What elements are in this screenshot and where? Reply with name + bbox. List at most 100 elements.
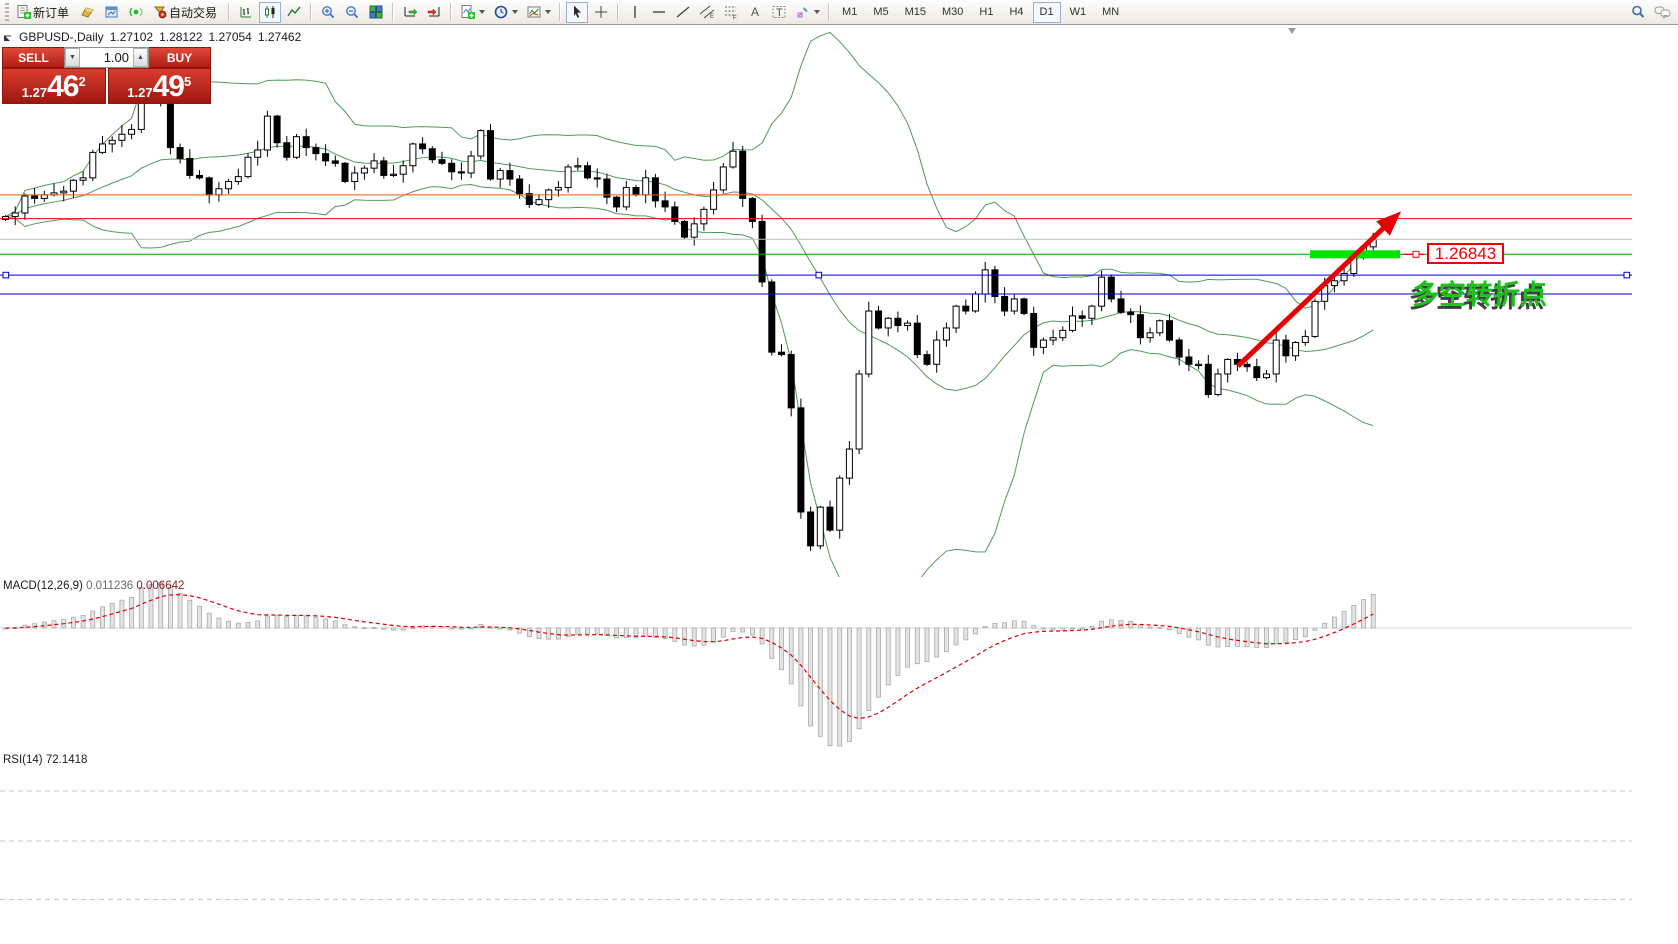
auto-trading-button[interactable]: 自动交易 — [149, 2, 223, 23]
buy-button[interactable]: BUY — [149, 47, 211, 68]
sell-price-pip: 2 — [78, 74, 86, 89]
chevron-down-icon — [479, 10, 486, 14]
text-label-icon: T — [771, 4, 787, 20]
vertical-line-icon — [627, 4, 643, 20]
svg-text:A: A — [751, 5, 759, 19]
shift-chart-button[interactable] — [423, 2, 445, 23]
svg-text:T: T — [776, 7, 783, 19]
shift-chart-icon — [426, 4, 442, 20]
svg-text:F: F — [733, 16, 737, 21]
new-order-button[interactable]: 新订单 — [13, 2, 75, 23]
candlestick-icon — [262, 4, 278, 20]
chevron-down-icon — [814, 10, 821, 14]
zoom-in-button[interactable] — [317, 2, 339, 23]
chart-window[interactable]: GBPUSD-,Daily 1.27102 1.28122 1.27054 1.… — [0, 25, 1678, 944]
tile-windows-button[interactable] — [365, 2, 387, 23]
symbol-header: GBPUSD-,Daily 1.27102 1.28122 1.27054 1.… — [4, 30, 301, 44]
toolbar-separator — [559, 3, 562, 21]
horizontal-line-button[interactable] — [648, 2, 670, 23]
trendline-button[interactable] — [672, 2, 694, 23]
chat-bubbles-icon — [1654, 4, 1672, 20]
zoom-out-icon — [344, 4, 360, 20]
zoom-in-icon — [320, 4, 336, 20]
candlestick-chart-button[interactable] — [259, 1, 282, 23]
clock-icon — [493, 4, 509, 20]
buy-price-prefix: 1.27 — [127, 85, 153, 100]
line-chart-button[interactable] — [283, 2, 305, 23]
new-order-icon — [16, 4, 32, 20]
ohlc-low: 1.27054 — [208, 30, 252, 44]
cursor-icon — [569, 4, 585, 20]
vertical-line-button[interactable] — [624, 2, 646, 23]
timeframe-w1-button[interactable]: W1 — [1063, 2, 1094, 23]
market-button[interactable] — [77, 2, 99, 23]
new-chart-button[interactable] — [101, 2, 123, 23]
label-button[interactable]: T — [768, 2, 790, 23]
rsi-label: RSI(14) 72.1418 — [3, 754, 88, 766]
crosshair-icon — [593, 4, 609, 20]
buy-price-pip: 5 — [183, 74, 192, 89]
timeframe-m30-button[interactable]: M30 — [935, 2, 970, 23]
toolbar-separator — [310, 3, 313, 21]
add-indicator-icon — [460, 4, 476, 20]
ohlc-high: 1.28122 — [159, 30, 203, 44]
volume-value[interactable]: 1.00 — [80, 50, 133, 65]
channel-button[interactable]: E — [696, 2, 718, 23]
timeframe-d1-button[interactable]: D1 — [1032, 1, 1061, 23]
signals-button[interactable] — [125, 2, 147, 23]
timeframe-m5-button[interactable]: M5 — [866, 2, 895, 23]
fibonacci-button[interactable]: F — [720, 2, 742, 23]
main-chart-plot[interactable] — [2, 31, 1377, 596]
chat-button[interactable] — [1651, 2, 1675, 23]
fibonacci-icon: F — [723, 4, 739, 20]
ohlc-close: 1.27462 — [257, 30, 302, 44]
mt4-window: 新订单 自动交易 E F A T M1 M5 M15 M30 H1 H4 D1 … — [0, 0, 1678, 944]
new-order-label: 新订单 — [33, 5, 70, 20]
search-button[interactable] — [1627, 2, 1649, 23]
periods-button[interactable] — [490, 2, 521, 23]
chevron-down-icon — [512, 10, 519, 14]
auto-scroll-button[interactable] — [399, 2, 421, 23]
indicators-button[interactable] — [457, 2, 488, 23]
auto-trading-label: 自动交易 — [169, 5, 218, 20]
search-icon — [1630, 4, 1646, 20]
template-icon — [526, 4, 542, 20]
templates-button[interactable] — [523, 2, 554, 23]
horizontal-line-icon — [651, 4, 667, 20]
bar-chart-button[interactable] — [235, 2, 257, 23]
chart-annotations[interactable] — [0, 28, 1632, 368]
timeframe-h1-button[interactable]: H1 — [972, 2, 1000, 23]
toolbar-separator — [228, 3, 231, 21]
arrows-shapes-icon — [795, 4, 811, 20]
price-annotation-box[interactable]: 1.26843 — [1427, 243, 1504, 264]
toolbar-gripper[interactable] — [5, 3, 9, 21]
toolbar-separator — [828, 3, 831, 21]
macd-pane-plot[interactable] — [0, 582, 1632, 747]
trendline-icon — [675, 4, 691, 20]
rsi-pane-plot[interactable] — [0, 790, 1632, 900]
text-button[interactable]: A — [744, 2, 766, 23]
timeframe-m1-button[interactable]: M1 — [835, 2, 864, 23]
buy-price-display[interactable]: 1.27 49 5 — [107, 68, 211, 104]
timeframe-h4-button[interactable]: H4 — [1002, 2, 1030, 23]
bar-chart-icon — [238, 4, 254, 20]
shapes-button[interactable] — [792, 2, 823, 23]
crosshair-button[interactable] — [590, 2, 612, 23]
zoom-out-button[interactable] — [341, 2, 363, 23]
cursor-button[interactable] — [566, 1, 589, 23]
volume-increase-button[interactable]: ▲ — [133, 48, 148, 67]
auto-trading-icon — [152, 4, 168, 20]
volume-decrease-button[interactable]: ▼ — [65, 48, 80, 67]
volume-stepper[interactable]: ▼ 1.00 ▲ — [64, 47, 149, 68]
auto-scroll-icon — [402, 4, 418, 20]
turning-point-annotation[interactable]: 多空转折点 — [1412, 273, 1547, 312]
sell-price-display[interactable]: 1.27 46 2 — [2, 68, 106, 104]
buy-price-big: 49 — [152, 70, 185, 103]
svg-text:E: E — [710, 14, 714, 20]
gold-ingot-icon — [80, 4, 96, 20]
timeframe-mn-button[interactable]: MN — [1095, 2, 1126, 23]
timeframe-m15-button[interactable]: M15 — [898, 2, 933, 23]
sell-button[interactable]: SELL — [2, 47, 64, 68]
toolbar-separator — [392, 3, 395, 21]
toolbar-separator — [617, 3, 620, 21]
